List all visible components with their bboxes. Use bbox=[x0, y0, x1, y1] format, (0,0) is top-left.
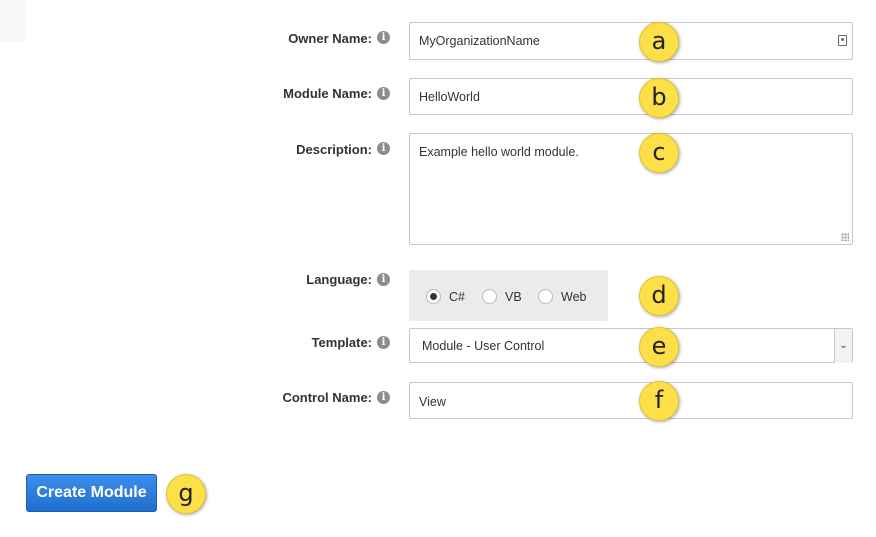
info-icon[interactable]: i bbox=[377, 87, 390, 100]
template-row: Template: i Module - User Control ⌄ e bbox=[0, 327, 876, 367]
chevron-down-icon[interactable]: ⌄ bbox=[834, 329, 852, 363]
language-label: Language: bbox=[306, 272, 372, 287]
description-label: Description: bbox=[296, 142, 372, 157]
callout-f: f bbox=[639, 381, 679, 421]
language-radio-web[interactable] bbox=[538, 289, 553, 304]
module-name-input[interactable]: HelloWorld bbox=[409, 78, 853, 115]
module-name-label: Module Name: bbox=[283, 86, 372, 101]
info-icon[interactable]: i bbox=[377, 336, 390, 349]
language-label-csharp: C# bbox=[449, 290, 465, 304]
callout-a: a bbox=[639, 22, 679, 62]
template-selected-value: Module - User Control bbox=[422, 339, 545, 353]
info-icon[interactable]: i bbox=[377, 142, 390, 155]
info-icon[interactable]: i bbox=[377, 391, 390, 404]
module-name-value: HelloWorld bbox=[419, 90, 480, 104]
description-row: Description: i Example hello world modul… bbox=[0, 133, 876, 245]
language-radio-vb[interactable] bbox=[482, 289, 497, 304]
info-icon[interactable]: i bbox=[377, 31, 390, 44]
template-label: Template: bbox=[311, 335, 372, 350]
callout-b: b bbox=[639, 78, 679, 118]
callout-c: c bbox=[639, 133, 679, 173]
description-textarea[interactable]: Example hello world module. bbox=[409, 133, 853, 245]
owner-name-value: MyOrganizationName bbox=[419, 34, 540, 48]
callout-d: d bbox=[639, 276, 679, 316]
control-name-label: Control Name: bbox=[282, 390, 372, 405]
owner-name-label: Owner Name: bbox=[288, 31, 372, 46]
resize-handle[interactable] bbox=[841, 233, 849, 241]
owner-name-input[interactable]: MyOrganizationName bbox=[409, 22, 853, 60]
info-icon[interactable]: i bbox=[377, 273, 390, 286]
language-label-vb: VB bbox=[505, 290, 522, 304]
contact-card-icon[interactable] bbox=[838, 35, 847, 46]
language-label-web: Web bbox=[561, 290, 587, 304]
control-name-value: View bbox=[419, 395, 446, 409]
owner-name-row: Owner Name: i MyOrganizationName a bbox=[0, 22, 876, 62]
language-radio-csharp[interactable] bbox=[426, 289, 441, 304]
description-value: Example hello world module. bbox=[419, 145, 579, 159]
control-name-input[interactable]: View bbox=[409, 382, 853, 419]
template-select[interactable]: Module - User Control ⌄ bbox=[409, 328, 853, 363]
language-radio-group: C# VB Web bbox=[409, 270, 608, 321]
callout-e: e bbox=[639, 327, 679, 367]
module-name-row: Module Name: i HelloWorld b bbox=[0, 78, 876, 118]
create-module-button[interactable]: Create Module bbox=[26, 474, 157, 512]
callout-g: g bbox=[166, 474, 206, 514]
control-name-row: Control Name: i View f bbox=[0, 381, 876, 421]
